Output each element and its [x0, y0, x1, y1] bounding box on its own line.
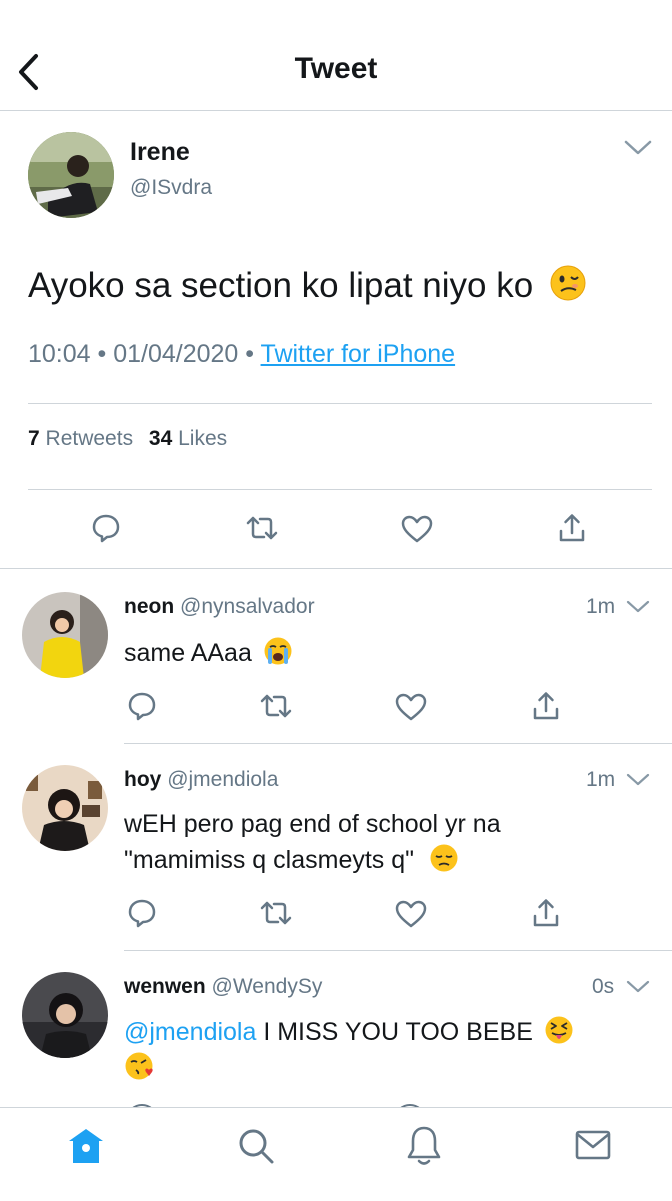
share-button[interactable]: [556, 512, 588, 544]
reply-icon: [128, 692, 156, 721]
tweet-text-row: Ayoko sa section ko lipat niyo ko: [28, 264, 587, 311]
reply-time: 0s: [592, 975, 615, 998]
heart-icon: [401, 515, 433, 543]
author-handle[interactable]: @ISvdra: [130, 176, 212, 200]
tab-home[interactable]: [66, 1126, 106, 1166]
tweet-meta: 10:04 • 01/04/2020 • Twitter for iPhone: [28, 340, 455, 369]
stats-bottom-divider: [28, 489, 652, 490]
author-name[interactable]: Irene: [130, 138, 190, 167]
retweet-icon: [260, 901, 292, 925]
tab-bar: [0, 1107, 672, 1201]
mail-icon: [575, 1130, 611, 1160]
tweet-menu-button[interactable]: [622, 136, 654, 158]
retweets-label: Retweets: [45, 427, 134, 450]
reply-text-row: same AAaa: [124, 636, 293, 673]
retweet-button[interactable]: [258, 897, 294, 929]
loudly-crying-face-emoji: [263, 636, 293, 673]
meta-separator: •: [97, 340, 114, 368]
reply-text-row-2: [124, 1050, 156, 1087]
reply-text-line: "mamimiss q clasmeyts q": [124, 846, 415, 875]
share-button[interactable]: [530, 897, 562, 929]
home-icon: [69, 1129, 103, 1163]
tab-notifications[interactable]: [404, 1124, 444, 1168]
reply-mention-link[interactable]: @jmendiola: [124, 1018, 256, 1046]
reply-button[interactable]: [126, 897, 158, 929]
pensive-face-emoji: [429, 843, 459, 880]
retweets-count: 7: [28, 427, 40, 450]
reply-icon: [92, 514, 120, 543]
meta-separator: •: [245, 340, 261, 368]
retweet-icon: [260, 694, 292, 718]
tweet-bottom-divider: [0, 568, 672, 569]
squinting-tongue-face-emoji: [544, 1015, 574, 1052]
tweet-date: 01/04/2020: [113, 340, 239, 368]
likes-count: 34: [148, 427, 173, 450]
avatar[interactable]: [22, 765, 108, 851]
reply-author-handle[interactable]: @jmendiola: [167, 768, 278, 791]
search-icon: [239, 1129, 274, 1164]
reply-time: 1m: [586, 768, 616, 791]
avatar[interactable]: [28, 132, 114, 218]
header-divider: [0, 110, 672, 111]
heart-icon: [395, 693, 427, 721]
avatar[interactable]: [22, 592, 108, 678]
reply-divider: [124, 743, 672, 744]
reply-text-line: wEH pero pag end of school yr na: [124, 810, 501, 838]
reply-text-row: @jmendiola I MISS YOU TOO BEBE: [124, 1015, 574, 1052]
reply-menu-button[interactable]: [624, 770, 652, 790]
reply-author-handle[interactable]: @nynsalvador: [180, 595, 315, 618]
share-button[interactable]: [530, 690, 562, 722]
reply-header: neon @nynsalvador: [124, 595, 315, 619]
reply-button[interactable]: [90, 512, 122, 544]
retweet-button[interactable]: [258, 690, 294, 722]
heart-icon: [395, 900, 427, 928]
reply-text-row: "mamimiss q clasmeyts q": [124, 843, 459, 880]
tweet-time: 10:04: [28, 340, 91, 368]
retweet-button[interactable]: [244, 512, 280, 544]
reply-divider: [124, 950, 672, 951]
reply-menu-button[interactable]: [624, 597, 652, 617]
tab-messages[interactable]: [574, 1128, 612, 1162]
face-blowing-kiss-emoji: [124, 1050, 156, 1087]
reply-button[interactable]: [126, 690, 158, 722]
retweet-icon: [246, 516, 278, 540]
share-icon: [533, 899, 559, 927]
reply-text: I MISS YOU TOO BEBE: [263, 1018, 533, 1047]
woozy-face-emoji: [549, 264, 587, 311]
reply-author-name[interactable]: neon: [124, 595, 174, 618]
tweet-source-link[interactable]: Twitter for iPhone: [261, 340, 456, 368]
like-button[interactable]: [394, 691, 428, 723]
reply-author-handle[interactable]: @WendySy: [212, 975, 323, 998]
chevron-down-icon: [626, 773, 650, 786]
likes-stat[interactable]: 34 Likes: [149, 427, 227, 450]
retweets-stat[interactable]: 7 Retweets: [28, 427, 139, 450]
reply-author-name[interactable]: hoy: [124, 768, 161, 791]
share-icon: [533, 692, 559, 720]
avatar[interactable]: [22, 972, 108, 1058]
reply-menu-button[interactable]: [624, 977, 652, 997]
reply-time: 1m: [586, 595, 616, 618]
reply-icon: [128, 899, 156, 928]
reply-header: wenwen @WendySy: [124, 975, 322, 999]
reply-author-name[interactable]: wenwen: [124, 975, 206, 998]
like-button[interactable]: [394, 898, 428, 930]
share-icon: [559, 514, 585, 542]
tab-search[interactable]: [236, 1126, 276, 1166]
chevron-down-icon: [626, 600, 650, 613]
tweet-stats: 7 Retweets 34 Likes: [28, 427, 227, 451]
chevron-down-icon: [624, 140, 652, 155]
bell-icon: [407, 1126, 441, 1165]
likes-label: Likes: [178, 427, 228, 450]
reply-text: same AAaa: [124, 639, 252, 668]
page-title: Tweet: [294, 52, 378, 85]
stats-top-divider: [28, 403, 652, 404]
tweet-text: Ayoko sa section ko lipat niyo ko: [28, 265, 534, 305]
chevron-down-icon: [626, 980, 650, 993]
reply-header: hoy @jmendiola: [124, 768, 278, 792]
like-button[interactable]: [400, 513, 434, 545]
